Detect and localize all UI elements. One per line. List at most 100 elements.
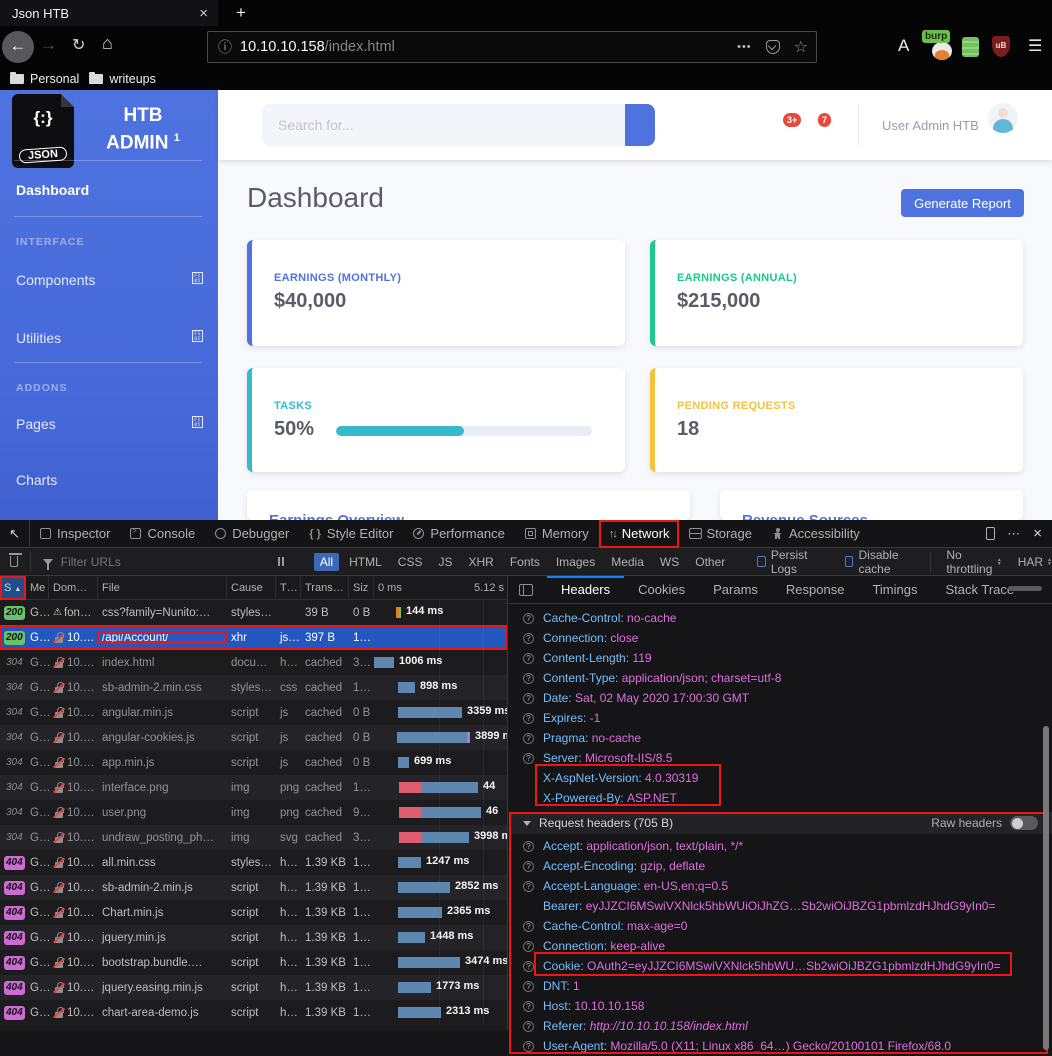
pick-element-icon[interactable]: ↖ — [0, 519, 30, 548]
tab-inspector[interactable]: Inspector — [30, 520, 120, 548]
close-tab-icon[interactable]: × — [199, 5, 208, 22]
devtools-menu-icon[interactable]: ⋯ — [1007, 526, 1021, 542]
url-bar[interactable]: ⓘ 10.10.10.158 /index.html ••• ☆ — [207, 31, 817, 63]
ublock-origin-icon[interactable]: uB — [992, 36, 1010, 57]
question-icon[interactable]: ? — [523, 612, 534, 624]
question-icon[interactable]: ? — [523, 1000, 534, 1012]
close-devtools-icon[interactable]: × — [1033, 525, 1042, 542]
request-row[interactable]: 304 G… 10.… app.min.js script js cached 0 B 699 … — [0, 750, 507, 775]
question-icon[interactable]: ? — [523, 712, 534, 724]
column-domain[interactable]: Dom… — [49, 576, 98, 600]
burp-extension-icon[interactable]: burp — [922, 30, 958, 62]
question-icon[interactable]: ? — [523, 960, 534, 972]
question-icon[interactable]: ? — [523, 940, 534, 952]
vertical-scrollbar[interactable] — [1043, 726, 1049, 1050]
json-logo[interactable]: {:} JSON — [12, 94, 74, 168]
details-tab-timings[interactable]: Timings — [858, 576, 931, 604]
split-panel-icon[interactable] — [519, 583, 533, 596]
question-icon[interactable]: ? — [523, 652, 534, 664]
request-row[interactable]: 404 G… 10.… all.min.css styles… h… 1.39 KB 1… 12… — [0, 850, 507, 875]
reload-button[interactable]: ↻ — [72, 35, 85, 55]
question-icon[interactable]: ? — [523, 732, 534, 744]
question-icon[interactable]: ? — [523, 672, 534, 684]
throttling-dropdown[interactable]: No throttling ▲ ▼ — [946, 548, 1001, 576]
bookmark-folder-writeups[interactable]: writeups — [89, 72, 156, 86]
question-icon[interactable]: ? — [523, 920, 534, 932]
search-button[interactable] — [625, 104, 655, 146]
raw-headers-toggle[interactable] — [1010, 816, 1038, 830]
pause-icon[interactable] — [277, 557, 284, 566]
avatar[interactable] — [988, 103, 1018, 133]
extension-green-icon[interactable] — [962, 37, 979, 57]
sidebar-item-dashboard[interactable]: Dashboard — [16, 182, 89, 198]
tab-debugger[interactable]: Debugger — [205, 520, 299, 548]
filter-pill-js[interactable]: JS — [432, 553, 458, 571]
new-tab-button[interactable]: + — [228, 0, 254, 26]
tab-network[interactable]: ↑↓ Network — [598, 519, 680, 548]
details-tab-cookies[interactable]: Cookies — [624, 576, 699, 604]
tab-console[interactable]: Console — [120, 520, 205, 548]
filter-pill-fonts[interactable]: Fonts — [504, 553, 546, 571]
request-row[interactable]: 304 G… 10.… interface.png img png cached 1… 44 — [0, 775, 507, 800]
alerts-badge[interactable]: 3+ — [783, 113, 802, 127]
filter-pill-xhr[interactable]: XHR — [462, 553, 499, 571]
bookmark-folder-personal[interactable]: Personal — [10, 72, 79, 86]
request-row[interactable]: 404 G… 10.… sb-admin-2.min.js script h… 1.39 K… — [0, 875, 507, 900]
request-row[interactable]: 304 G… 10.… sb-admin-2.min.css styles… css cac… — [0, 675, 507, 700]
home-button[interactable]: ⌂ — [102, 33, 113, 54]
request-row[interactable]: 304 G… 10.… undraw_posting_ph… img svg cached 3… — [0, 825, 507, 850]
request-row[interactable]: 304 G… 10.… angular.min.js script js cached 0 B… — [0, 700, 507, 725]
request-row[interactable]: 404 G… 10.… chart-area-demo.js script h… 1.39 … — [0, 1000, 507, 1025]
column-method[interactable]: Me — [26, 576, 49, 600]
extension-a-icon[interactable]: A — [898, 36, 909, 56]
request-row[interactable]: 304 G… 10.… index.html docu… h… cached 3… 1006 m… — [0, 650, 507, 675]
brand-title[interactable]: HTB ADMIN 1 — [80, 104, 206, 154]
question-icon[interactable]: ? — [523, 632, 534, 644]
filter-pill-other[interactable]: Other — [689, 553, 731, 571]
question-icon[interactable]: ? — [523, 860, 534, 872]
generate-report-button[interactable]: Generate Report — [901, 189, 1024, 217]
back-button[interactable]: ← — [2, 31, 34, 63]
tab-style-editor[interactable]: { } Style Editor — [299, 520, 403, 548]
column-transferred[interactable]: Trans… — [301, 576, 349, 600]
tab-memory[interactable]: Memory — [515, 520, 599, 548]
tab-storage[interactable]: Storage — [679, 520, 762, 548]
question-icon[interactable]: ? — [523, 1040, 534, 1052]
request-row[interactable]: 404 G… 10.… Chart.min.js script h… 1.39 KB 1… 23… — [0, 900, 507, 925]
details-tab-headers[interactable]: Headers — [547, 576, 625, 604]
page-actions-icon[interactable]: ••• — [737, 41, 752, 53]
filter-pill-images[interactable]: Images — [550, 553, 601, 571]
details-tab-response[interactable]: Response — [772, 576, 859, 604]
request-headers-section[interactable]: Request headers (705 B) Raw headers — [509, 812, 1052, 834]
filter-pill-all[interactable]: All — [313, 552, 340, 571]
question-icon[interactable]: ? — [523, 752, 534, 764]
sidebar-item-charts[interactable]: Charts — [16, 472, 57, 488]
question-icon[interactable]: ? — [523, 840, 534, 852]
request-row[interactable]: 404 G… 10.… bootstrap.bundle.… script h… 1.39 … — [0, 950, 507, 975]
filter-pill-media[interactable]: Media — [605, 553, 650, 571]
column-size[interactable]: Siz — [349, 576, 374, 600]
responsive-design-icon[interactable] — [986, 527, 996, 540]
filter-urls-input[interactable] — [60, 554, 216, 569]
har-dropdown[interactable]: HAR ▲ ▼ — [1018, 555, 1052, 569]
column-cause[interactable]: Cause — [227, 576, 276, 600]
disable-cache-checkbox[interactable]: Disable cache — [844, 548, 914, 576]
browser-tab[interactable]: Json HTB × — [0, 0, 218, 26]
sidebar-item-components[interactable]: Components — [16, 272, 95, 288]
filter-pill-ws[interactable]: WS — [654, 553, 685, 571]
pocket-icon[interactable] — [765, 40, 780, 54]
forward-button[interactable]: → — [40, 35, 57, 55]
request-row[interactable]: 404 G… 10.… jquery.easing.min.js script h… 1.3… — [0, 975, 507, 1000]
request-row[interactable]: 304 G… 10.… angular-cookies.js script js cache… — [0, 725, 507, 750]
request-row[interactable]: 200 G… ⚠ fon… css?family=Nunito:… styles… 39 B… — [0, 600, 507, 625]
site-info-icon[interactable]: ⓘ — [218, 37, 232, 57]
search-input[interactable] — [262, 104, 625, 146]
column-timeline[interactable]: 0 ms 5.12 s — [374, 576, 507, 600]
request-row[interactable]: 200 G… 10.…/api/Account/xhr js… 397 B 1… — [0, 625, 507, 650]
column-type[interactable]: T… — [276, 576, 301, 600]
column-status[interactable]: S ▲ — [0, 576, 26, 600]
filter-pill-html[interactable]: HTML — [343, 553, 388, 571]
question-icon[interactable]: ? — [523, 692, 534, 704]
question-icon[interactable]: ? — [523, 880, 534, 892]
messages-badge[interactable]: 7 — [818, 113, 832, 127]
